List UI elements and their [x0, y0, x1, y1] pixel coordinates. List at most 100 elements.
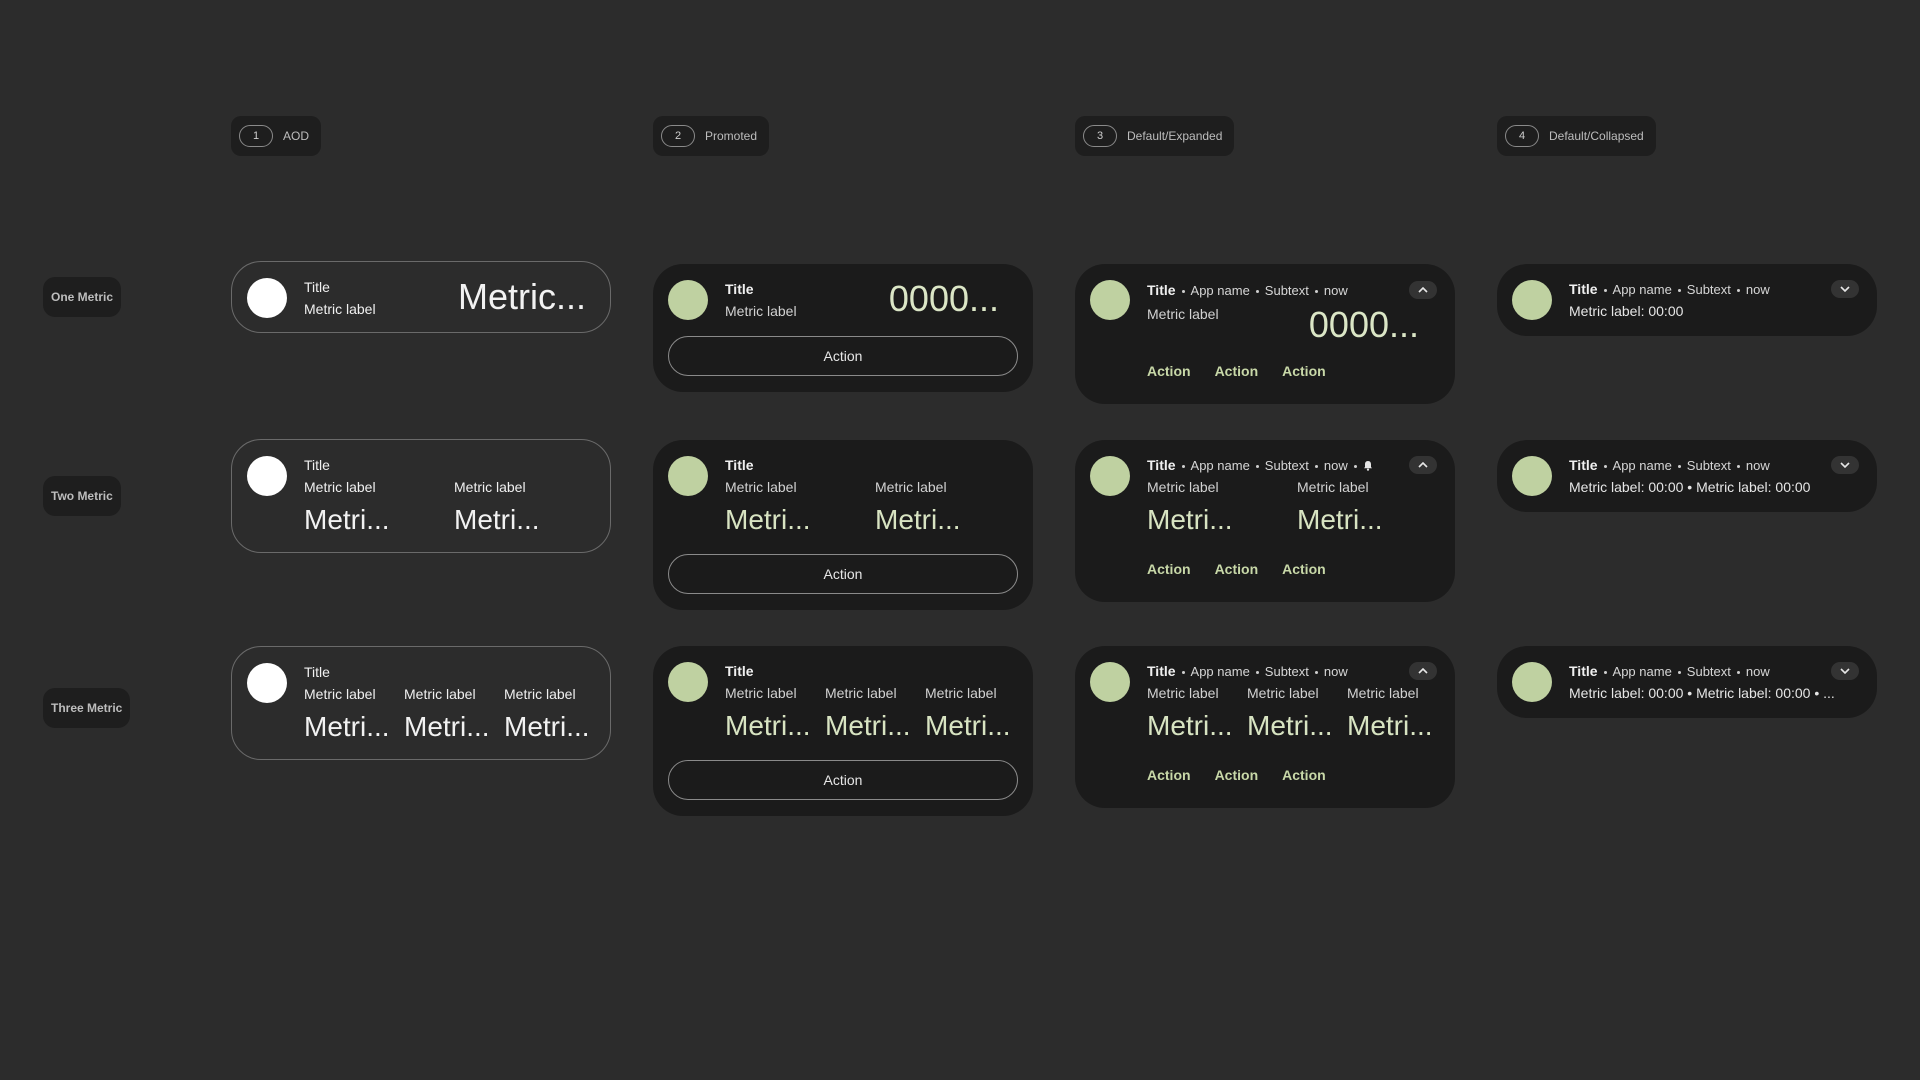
app-name: App name [1190, 458, 1250, 473]
subtext: Subtext [1264, 458, 1309, 473]
metric-value: Metri... [504, 711, 590, 742]
column-label: AOD [283, 129, 310, 143]
app-name: App name [1190, 664, 1250, 679]
promoted-card-two-metric[interactable]: Title Metric label Metric label Metri...… [653, 440, 1033, 610]
metric-label: Metric label [504, 686, 576, 702]
row-label-two-metric: Two Metric [43, 476, 121, 516]
app-icon [1512, 662, 1552, 702]
column-number: 2 [661, 125, 695, 147]
action-button[interactable]: Action [1282, 561, 1326, 577]
expanded-card-one-metric[interactable]: Title App name Subtext now Metric label 000… [1075, 264, 1455, 404]
app-name: App name [1612, 664, 1672, 679]
card-title: Title [1569, 663, 1598, 679]
app-icon [1090, 662, 1130, 702]
notification-header: Title App name Subtext now [1569, 281, 1770, 297]
card-title: Title [725, 457, 754, 473]
notification-header: Title App name Subtext now [1147, 457, 1373, 473]
metric-value: Metri... [925, 710, 1011, 741]
metric-value: Metri... [725, 710, 811, 741]
chevron-down-icon[interactable] [1831, 280, 1859, 298]
column-header-collapsed: 4 Default/Collapsed [1497, 116, 1656, 156]
subtext: Subtext [1686, 282, 1731, 297]
app-icon [247, 456, 287, 496]
collapsed-card-one-metric[interactable]: Title App name Subtext now Metric label: 00… [1497, 264, 1877, 336]
card-title: Title [1147, 663, 1176, 679]
metric-value: Metri... [404, 711, 490, 742]
card-title: Title [304, 664, 330, 680]
metric-label: Metric label [304, 686, 376, 702]
action-button[interactable]: Action [1282, 363, 1326, 379]
action-button[interactable]: Action [1215, 767, 1259, 783]
column-label: Default/Expanded [1127, 129, 1223, 143]
metric-value: Metri... [1347, 710, 1433, 741]
chevron-down-icon[interactable] [1831, 456, 1859, 474]
action-button[interactable]: Action [1282, 767, 1326, 783]
aod-card-two-metric[interactable]: Title Metric label Metric label Metri...… [231, 439, 611, 553]
timestamp: now [1323, 664, 1348, 679]
promoted-card-three-metric[interactable]: Title Metric label Metric label Metric l… [653, 646, 1033, 816]
action-button[interactable]: Action [1147, 561, 1191, 577]
card-title: Title [725, 663, 754, 679]
expanded-card-two-metric[interactable]: Title App name Subtext now Metric label Met… [1075, 440, 1455, 602]
chevron-up-icon[interactable] [1409, 456, 1437, 474]
metric-label: Metric label [304, 301, 376, 317]
column-number: 1 [239, 125, 273, 147]
metric-label: Metric label [725, 685, 797, 701]
column-header-expanded: 3 Default/Expanded [1075, 116, 1235, 156]
subtext: Subtext [1686, 664, 1731, 679]
collapsed-card-two-metric[interactable]: Title App name Subtext now Metric label: 00… [1497, 440, 1877, 512]
metric-value: 0000... [888, 278, 999, 319]
notification-header: Title App name Subtext now [1147, 663, 1348, 679]
metric-label: Metric label [1147, 306, 1219, 322]
card-title: Title [1147, 457, 1176, 473]
action-button[interactable]: Action [1215, 363, 1259, 379]
aod-card-three-metric[interactable]: Title Metric label Metric label Metric l… [231, 646, 611, 760]
metric-label: Metric label [725, 479, 797, 495]
metric-value: Metri... [304, 711, 390, 742]
metric-label: Metric label [304, 479, 376, 495]
app-icon [668, 280, 708, 320]
action-button[interactable]: Action [1147, 767, 1191, 783]
app-name: App name [1612, 282, 1672, 297]
promoted-card-one-metric[interactable]: Title Metric label 0000... Action [653, 264, 1033, 392]
card-title: Title [1569, 457, 1598, 473]
metric-label: Metric label [1247, 685, 1319, 701]
aod-card-one-metric[interactable]: Title Metric label Metric... [231, 261, 611, 333]
metric-value: Metri... [1247, 710, 1333, 741]
action-button[interactable]: Action [668, 760, 1018, 800]
metric-label: Metric label [1147, 685, 1219, 701]
metric-value: Metric... [457, 276, 586, 317]
row-label-three-metric: Three Metric [43, 688, 131, 728]
action-button[interactable]: Action [1215, 561, 1259, 577]
subtext: Subtext [1264, 664, 1309, 679]
metric-label: Metric label [725, 303, 797, 319]
bell-icon [1363, 458, 1373, 473]
chevron-up-icon[interactable] [1409, 662, 1437, 680]
column-number: 3 [1083, 125, 1117, 147]
chevron-down-icon[interactable] [1831, 662, 1859, 680]
timestamp: now [1323, 458, 1348, 473]
subtext: Subtext [1686, 458, 1731, 473]
action-button[interactable]: Action [668, 336, 1018, 376]
card-title: Title [304, 457, 330, 473]
chevron-up-icon[interactable] [1409, 281, 1437, 299]
collapsed-card-three-metric[interactable]: Title App name Subtext now Metric label: 00… [1497, 646, 1877, 718]
app-icon [247, 278, 287, 318]
metric-label: Metric label [454, 479, 526, 495]
metric-value: Metri... [304, 504, 390, 535]
action-button[interactable]: Action [1147, 363, 1191, 379]
action-row: Action Action Action [1147, 561, 1326, 577]
column-number: 4 [1505, 125, 1539, 147]
notification-header: Title App name Subtext now [1569, 663, 1770, 679]
metric-label: Metric label [925, 685, 997, 701]
expanded-card-three-metric[interactable]: Title App name Subtext now Metric label Met… [1075, 646, 1455, 808]
metric-label: Metric label [875, 479, 947, 495]
collapsed-metrics: Metric label: 00:00 • Metric label: 00:0… [1569, 685, 1835, 701]
action-button[interactable]: Action [668, 554, 1018, 594]
metric-value: Metri... [825, 710, 911, 741]
card-title: Title [1569, 281, 1598, 297]
timestamp: now [1745, 458, 1770, 473]
notification-header: Title App name Subtext now [1147, 282, 1348, 298]
action-row: Action Action Action [1147, 767, 1326, 783]
action-row: Action Action Action [1147, 363, 1326, 379]
